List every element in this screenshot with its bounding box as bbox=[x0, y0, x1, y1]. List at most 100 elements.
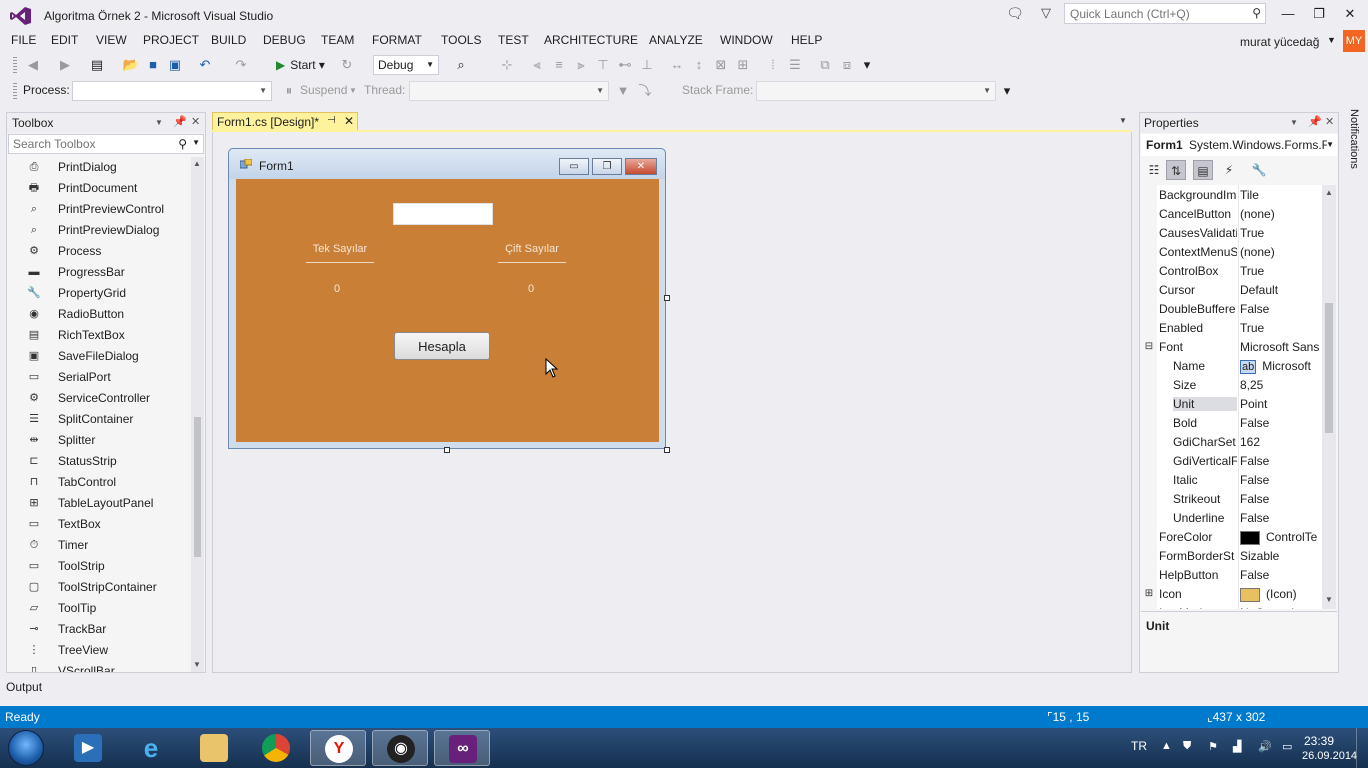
number-textbox[interactable] bbox=[393, 203, 493, 225]
navigate-forward-icon[interactable]: ▶ bbox=[56, 56, 74, 74]
toolbox-scrollbar[interactable]: ▲ ▼ bbox=[191, 157, 204, 672]
close-icon[interactable]: ✕ bbox=[344, 114, 354, 128]
property-value[interactable]: True bbox=[1240, 264, 1322, 278]
toolbox-item[interactable]: ▱ ToolTip bbox=[7, 598, 191, 619]
pin-icon[interactable]: ⊣ bbox=[327, 115, 336, 126]
property-value[interactable]: False bbox=[1240, 568, 1322, 582]
property-row[interactable]: FormBorderSt Sizable bbox=[1141, 546, 1322, 565]
send-to-back-icon[interactable]: ⧈ bbox=[838, 56, 856, 74]
property-row[interactable]: Enabled True bbox=[1141, 318, 1322, 337]
pin-icon[interactable]: 📌 bbox=[173, 115, 187, 128]
taskbar-visual-studio[interactable]: ∞ bbox=[434, 730, 490, 766]
property-row[interactable]: ⊟ Font Microsoft Sans bbox=[1141, 337, 1322, 356]
toolbox-item[interactable]: ⋮ TreeView bbox=[7, 640, 191, 661]
form-maximize-button[interactable]: ❐ bbox=[592, 158, 622, 175]
form-close-button[interactable]: ✕ bbox=[625, 158, 657, 175]
suspend-label[interactable]: Suspend bbox=[300, 83, 347, 97]
toolbox-item[interactable]: ⚙ ServiceController bbox=[7, 388, 191, 409]
property-value[interactable]: (none) bbox=[1240, 245, 1322, 259]
network-icon[interactable]: ▟ bbox=[1233, 740, 1241, 753]
property-value[interactable]: (none) bbox=[1240, 207, 1322, 221]
toolbox-item[interactable]: ▬ ProgressBar bbox=[7, 262, 191, 283]
scroll-up-icon[interactable]: ▲ bbox=[193, 159, 201, 168]
undo-icon[interactable]: ↶ bbox=[196, 56, 214, 74]
menu-architecture[interactable]: ARCHITECTURE bbox=[544, 33, 638, 47]
menu-debug[interactable]: DEBUG bbox=[263, 33, 306, 47]
close-button[interactable]: ✕ bbox=[1338, 5, 1362, 23]
chevron-down-icon[interactable]: ▼ bbox=[192, 138, 200, 147]
property-row[interactable]: GdiCharSet 162 bbox=[1141, 432, 1322, 451]
flag-threads-icon[interactable]: ▼ bbox=[614, 82, 632, 100]
property-value[interactable]: Tile bbox=[1240, 188, 1322, 202]
categorized-icon[interactable]: ☷ bbox=[1144, 160, 1164, 180]
toolbox-item[interactable]: ⊸ TrackBar bbox=[7, 619, 191, 640]
toolbox-item[interactable]: 🔧 PropertyGrid bbox=[7, 283, 191, 304]
menu-format[interactable]: FORMAT bbox=[372, 33, 422, 47]
property-row[interactable]: ⊞ Icon (Icon) bbox=[1141, 584, 1322, 603]
restore-button[interactable]: ❐ bbox=[1307, 5, 1331, 23]
taskbar-chrome[interactable] bbox=[248, 730, 304, 766]
document-list-dropdown-icon[interactable]: ▼ bbox=[1119, 116, 1127, 125]
size-to-grid-icon[interactable]: ⊞ bbox=[734, 56, 752, 74]
property-row[interactable]: Cursor Default bbox=[1141, 280, 1322, 299]
bring-to-front-icon[interactable]: ⧉ bbox=[816, 56, 834, 74]
property-value[interactable]: ab Microsoft bbox=[1240, 359, 1322, 374]
property-value[interactable]: Sizable bbox=[1240, 549, 1322, 563]
user-avatar[interactable]: MY bbox=[1343, 30, 1365, 52]
chevron-down-icon[interactable]: ▼ bbox=[1327, 35, 1336, 45]
property-row[interactable]: CancelButton (none) bbox=[1141, 204, 1322, 223]
open-file-icon[interactable]: 📂 bbox=[122, 56, 140, 74]
property-value[interactable]: False bbox=[1240, 416, 1322, 430]
property-row[interactable]: Unit Point bbox=[1141, 394, 1322, 413]
property-row[interactable]: HelpButton False bbox=[1141, 565, 1322, 584]
property-value[interactable]: 162 bbox=[1240, 435, 1322, 449]
property-value[interactable]: False bbox=[1240, 492, 1322, 506]
property-value[interactable]: (Icon) bbox=[1240, 587, 1322, 602]
redo-icon[interactable]: ↷ bbox=[232, 56, 250, 74]
save-all-icon[interactable]: ▣ bbox=[166, 56, 184, 74]
process-select[interactable]: ▼ bbox=[72, 81, 272, 101]
toolbox-search-input[interactable] bbox=[9, 135, 169, 153]
form-minimize-button[interactable]: ▭ bbox=[559, 158, 589, 175]
property-value[interactable]: 8,25 bbox=[1240, 378, 1322, 392]
align-tops-icon[interactable]: ⊤ bbox=[594, 56, 612, 74]
make-same-height-icon[interactable]: ↕ bbox=[690, 56, 708, 74]
save-icon[interactable]: ■ bbox=[144, 56, 162, 74]
vertical-spacing-icon[interactable]: ☰ bbox=[786, 56, 804, 74]
events-icon[interactable]: ⚡ bbox=[1219, 160, 1239, 180]
menu-tools[interactable]: TOOLS bbox=[441, 33, 481, 47]
clock-date[interactable]: 26.09.2014 bbox=[1302, 750, 1357, 762]
property-row[interactable]: Bold False bbox=[1141, 413, 1322, 432]
toolbox-item[interactable]: ▢ ToolStripContainer bbox=[7, 577, 191, 598]
expand-toggle-icon[interactable]: ⊞ bbox=[1141, 584, 1157, 603]
menu-test[interactable]: TEST bbox=[498, 33, 529, 47]
volume-icon[interactable]: 🔊 bbox=[1258, 740, 1272, 753]
user-name[interactable]: murat yücedağ bbox=[1240, 35, 1319, 49]
property-row[interactable]: ForeColor ControlTe bbox=[1141, 527, 1322, 546]
property-row[interactable]: Strikeout False bbox=[1141, 489, 1322, 508]
toolbox-item[interactable]: ▤ RichTextBox bbox=[7, 325, 191, 346]
align-lefts-icon[interactable]: ⫷ bbox=[528, 56, 546, 74]
tab-output[interactable]: Output bbox=[6, 680, 42, 694]
toolbar-grip[interactable] bbox=[13, 83, 17, 99]
toolbar-grip[interactable] bbox=[13, 57, 17, 73]
show-hidden-icons-icon[interactable]: ▲ bbox=[1161, 740, 1172, 752]
toolbox-item[interactable]: ☰ SplitContainer bbox=[7, 409, 191, 430]
toolbox-item[interactable]: ▯ VScrollBar bbox=[7, 661, 191, 672]
menu-team[interactable]: TEAM bbox=[321, 33, 354, 47]
property-row[interactable]: GdiVerticalF False bbox=[1141, 451, 1322, 470]
toolbox-item[interactable]: ◉ RadioButton bbox=[7, 304, 191, 325]
expand-toggle-icon[interactable]: ⊟ bbox=[1141, 337, 1157, 356]
property-value[interactable]: False bbox=[1240, 473, 1322, 487]
new-project-icon[interactable]: ▤ bbox=[88, 56, 106, 74]
property-row[interactable]: CausesValidati True bbox=[1141, 223, 1322, 242]
windows-start-button[interactable] bbox=[8, 730, 44, 766]
scroll-down-icon[interactable]: ▼ bbox=[1325, 595, 1333, 604]
quick-launch-box[interactable]: ⚲ bbox=[1064, 3, 1266, 24]
property-value[interactable]: Default bbox=[1240, 283, 1322, 297]
property-pages-icon[interactable]: 🔧 bbox=[1249, 160, 1269, 180]
taskbar-yandex-browser[interactable]: Y bbox=[310, 730, 366, 766]
toolbar-overflow-icon[interactable]: ▾ bbox=[998, 82, 1016, 100]
scroll-thumb[interactable] bbox=[1325, 303, 1333, 433]
toolbox-item[interactable]: ▣ SaveFileDialog bbox=[7, 346, 191, 367]
